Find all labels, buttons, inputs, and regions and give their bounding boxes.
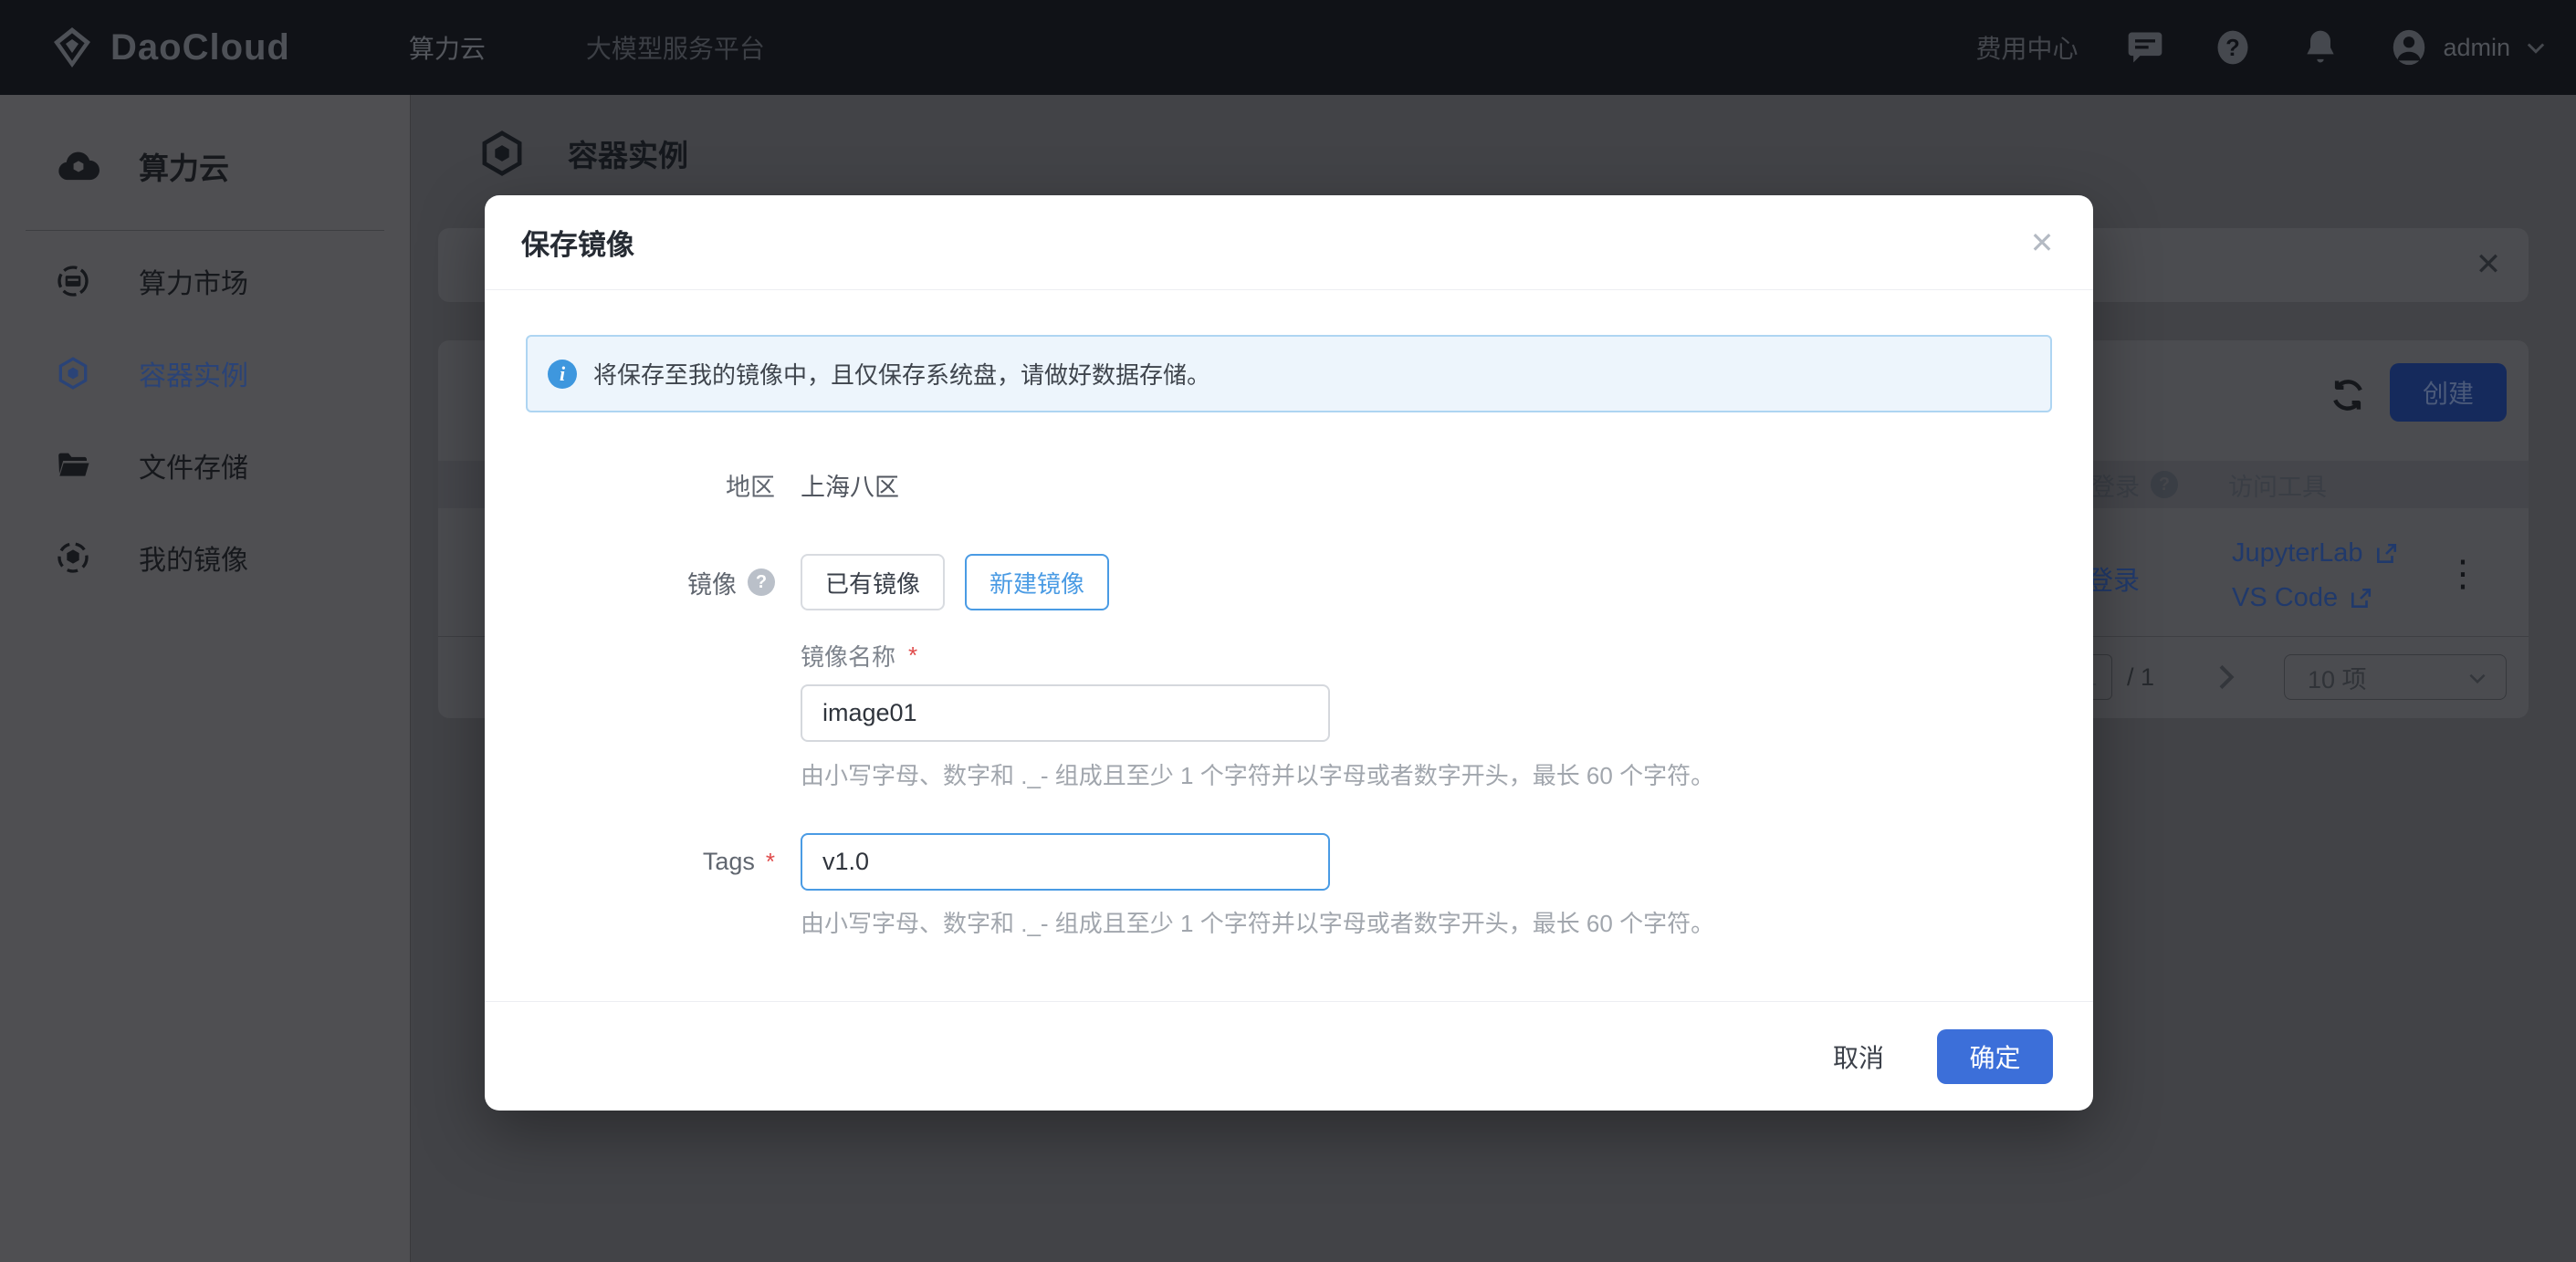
image-label-text: 镜像 [687, 565, 737, 600]
modal-close-icon[interactable]: ✕ [2020, 221, 2064, 265]
daocloud-logo-icon [50, 26, 94, 69]
sidebar-item-label: 文件存储 [139, 445, 248, 485]
pagination-total: / 1 [2127, 663, 2154, 692]
container-instance-icon [476, 128, 528, 179]
tags-label-text: Tags [703, 848, 755, 876]
notification-bell-icon[interactable] [2300, 27, 2340, 68]
external-link-icon [2349, 587, 2372, 610]
confirm-button[interactable]: 确定 [1937, 1029, 2053, 1084]
image-label: 镜像 ? [485, 554, 775, 610]
page-title-text: 容器实例 [568, 131, 688, 175]
column-header-login-label: 登录 [2090, 467, 2140, 503]
chevron-down-icon [2466, 666, 2489, 690]
svg-text:?: ? [2226, 36, 2241, 61]
jupyterlab-link[interactable]: JupyterLab [2232, 538, 2398, 568]
user-menu[interactable]: admin [2388, 26, 2549, 68]
vscode-link[interactable]: VS Code [2232, 583, 2372, 613]
column-header-tools: 访问工具 [2228, 467, 2327, 503]
my-images-icon [55, 539, 91, 576]
notice-text: 将保存至我的镜像中，且仅保存系统盘，请做好数据存储。 [593, 357, 1210, 391]
image-name-label-text: 镜像名称 [801, 639, 895, 673]
sidebar-item-container-instance[interactable]: 容器实例 [0, 340, 411, 406]
login-link[interactable]: 登录 [2087, 559, 2140, 598]
column-header-login: 登录 ? [2090, 467, 2178, 503]
nav-compute-cloud[interactable]: 算力云 [409, 29, 486, 66]
container-instance-icon [55, 355, 91, 391]
external-link-icon [2374, 542, 2398, 566]
logo[interactable]: DaoCloud [50, 26, 290, 69]
modal-footer: 取消 确定 [485, 1001, 2093, 1111]
sidebar-header: 算力云 [0, 131, 411, 201]
topbar: DaoCloud 算力云 大模型服务平台 费用中心 ? admin [0, 0, 2576, 95]
screen: DaoCloud 算力云 大模型服务平台 费用中心 ? admin [0, 0, 2576, 1262]
vscode-link-label: VS Code [2232, 583, 2338, 613]
cancel-button[interactable]: 取消 [1833, 1038, 1884, 1075]
image-name-input[interactable] [801, 684, 1330, 742]
tags-input[interactable] [801, 833, 1330, 891]
info-icon: i [548, 360, 577, 389]
compute-cloud-icon [55, 142, 102, 190]
tags-label: Tags * [485, 833, 775, 891]
sidebar-item-file-storage[interactable]: 文件存储 [0, 433, 411, 498]
sidebar-item-label: 算力市场 [139, 261, 248, 301]
existing-image-button[interactable]: 已有镜像 [801, 554, 945, 610]
region-label-text: 地区 [726, 467, 775, 503]
create-button[interactable]: 创建 [2390, 363, 2507, 422]
pagination-next-icon[interactable] [2207, 656, 2244, 698]
image-name-label: 镜像名称 * [801, 641, 917, 670]
new-image-button[interactable]: 新建镜像 [965, 554, 1109, 610]
sidebar-item-label: 容器实例 [139, 353, 248, 393]
logo-text: DaoCloud [110, 27, 290, 68]
banner-close-icon[interactable]: ✕ [2468, 245, 2508, 285]
page-size-value: 10 项 [2308, 660, 2367, 695]
sidebar-item-my-images[interactable]: 我的镜像 [0, 525, 411, 590]
required-asterisk: * [766, 848, 775, 876]
page-title: 容器实例 [476, 128, 688, 179]
sidebar: 算力云 算力市场 容器实例 文件存储 我的镜像 [0, 95, 411, 1262]
sidebar-item-label: 我的镜像 [139, 537, 248, 578]
message-icon[interactable] [2125, 27, 2165, 68]
region-value: 上海八区 [801, 468, 899, 501]
chevron-down-icon [2523, 35, 2549, 60]
avatar-icon [2388, 26, 2430, 68]
page-size-select[interactable]: 10 项 [2284, 654, 2507, 700]
help-icon[interactable]: ? [748, 568, 775, 596]
top-nav: 算力云 大模型服务平台 [409, 29, 765, 66]
modal-body: i 将保存至我的镜像中，且仅保存系统盘，请做好数据存储。 地区 上海八区 镜像 … [485, 290, 2093, 1000]
modal-title: 保存镜像 [521, 222, 634, 263]
file-storage-icon [55, 447, 91, 484]
required-asterisk: * [908, 641, 917, 670]
help-icon[interactable]: ? [2213, 27, 2253, 68]
billing-center-link[interactable]: 费用中心 [1975, 29, 2078, 66]
sidebar-divider [26, 230, 384, 231]
row-actions-more-icon[interactable]: ⋮ [2443, 548, 2483, 600]
jupyterlab-link-label: JupyterLab [2232, 538, 2363, 568]
topbar-right: 费用中心 ? admin [1975, 0, 2549, 95]
tags-hint: 由小写字母、数字和 ._- 组成且至少 1 个字符并以字母或者数字开头，最长 6… [801, 905, 1714, 939]
sidebar-item-market[interactable]: 算力市场 [0, 248, 411, 314]
modal-header: 保存镜像 ✕ [485, 195, 2093, 290]
region-label: 地区 [485, 468, 775, 501]
sidebar-header-label: 算力云 [139, 144, 229, 188]
market-icon [55, 263, 91, 299]
notice-alert: i 将保存至我的镜像中，且仅保存系统盘，请做好数据存储。 [526, 335, 2052, 412]
image-source-toggle: 已有镜像 新建镜像 [801, 554, 1109, 610]
refresh-icon[interactable] [2328, 375, 2368, 415]
help-icon[interactable]: ? [2151, 471, 2178, 498]
image-name-hint: 由小写字母、数字和 ._- 组成且至少 1 个字符并以字母或者数字开头，最长 6… [801, 757, 1714, 791]
username: admin [2443, 34, 2510, 62]
save-image-modal: 保存镜像 ✕ i 将保存至我的镜像中，且仅保存系统盘，请做好数据存储。 地区 上… [485, 195, 2093, 1111]
nav-llm-platform[interactable]: 大模型服务平台 [586, 29, 765, 66]
